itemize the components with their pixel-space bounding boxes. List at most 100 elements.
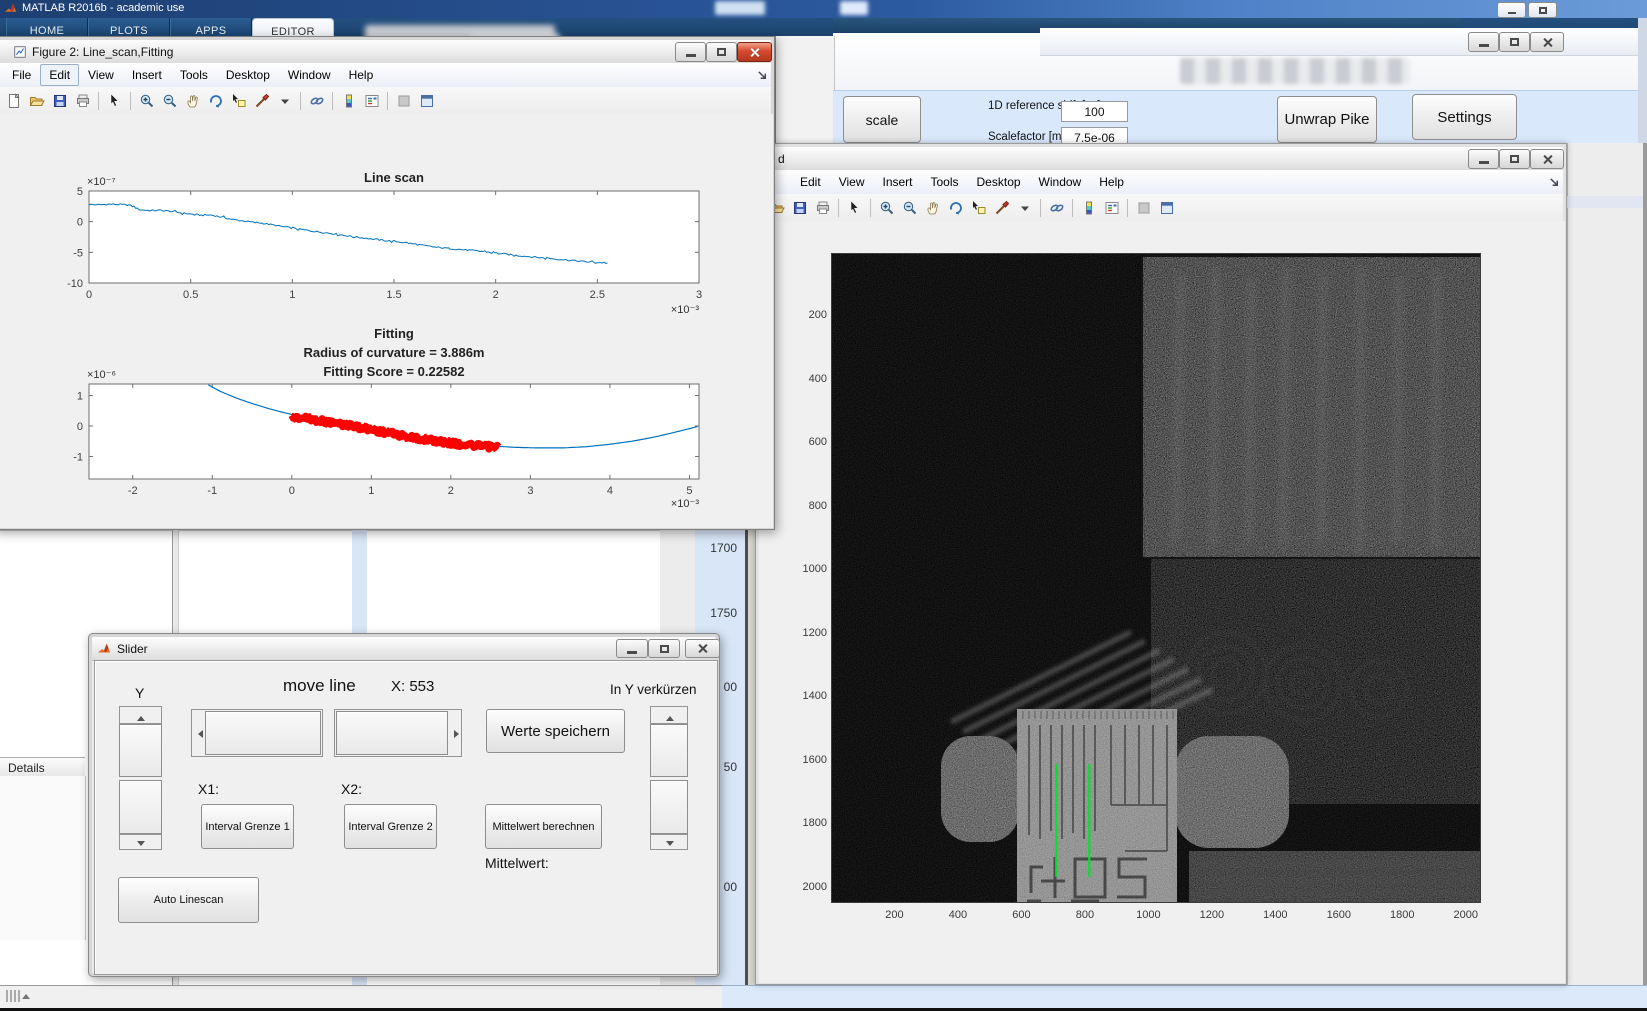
menu-item-insert[interactable]: Insert [873,171,921,193]
statusbar-grip-icon[interactable] [6,990,30,1002]
inactive-square-icon[interactable] [393,90,414,111]
open-folder-icon[interactable] [26,90,47,111]
menu-item-tools[interactable]: Tools [171,64,217,86]
slider-window[interactable]: Slider Y move line X: 553 In Y verkürzen… [88,633,720,977]
image-figure-titlebar[interactable]: d [759,147,1563,171]
main-minimize-button[interactable] [1497,2,1526,18]
print-icon[interactable] [812,197,833,218]
slider-maximize-button[interactable] [648,639,680,658]
figure2-minimize-button[interactable] [675,42,706,62]
zoom-out-icon[interactable] [159,90,180,111]
zoom-in-icon[interactable] [876,197,897,218]
brush-icon[interactable] [991,197,1012,218]
slider-minimize-button[interactable] [616,639,648,658]
menu-item-desktop[interactable]: Desktop [968,171,1030,193]
data-cursor-icon[interactable] [228,90,249,111]
menu-item-view[interactable]: View [830,171,874,193]
matlab-titlebar[interactable]: MATLAB R2016b - academic use [0,0,1647,18]
image-y-tick-label: 1800 [802,817,827,830]
image-figure-minimize-button[interactable] [1468,149,1499,169]
menu-item-file[interactable]: File [3,64,40,86]
rotate-3d-icon[interactable] [205,90,226,111]
image-figure-maximize-button[interactable] [1499,149,1530,169]
move-line-slider-right[interactable] [334,709,462,757]
rotate-3d-icon[interactable] [945,197,966,218]
interval-grenze-1-button[interactable]: Interval Grenze 1 [201,804,294,849]
figure2-close-button[interactable] [737,42,772,62]
svg-text:×10⁻⁷: ×10⁻⁷ [87,176,115,188]
main-restore-button[interactable] [1528,2,1557,18]
arrow-cursor-icon[interactable] [844,197,865,218]
new-document-icon[interactable] [3,90,24,111]
in-y-slider-thumb-bottom[interactable] [650,780,688,834]
dock-arrow-icon[interactable] [757,68,768,86]
gui-close-button[interactable] [1530,32,1564,52]
y-slider-thumb-bottom[interactable] [119,780,162,834]
slider-close-button[interactable] [685,639,720,658]
move-line-slider-right-thumb[interactable] [336,711,448,755]
dropdown-arrow-icon[interactable] [1014,197,1035,218]
ref-shift-input[interactable]: 100 [1061,101,1128,122]
menu-item-help[interactable]: Help [1090,171,1133,193]
scale-button[interactable]: scale [843,96,921,143]
legend-icon[interactable] [361,90,382,111]
auto-linescan-button[interactable]: Auto Linescan [118,877,259,923]
mittelwert-berechnen-button[interactable]: Mittelwert berechnen [485,804,602,849]
specimen-image[interactable] [831,253,1481,903]
werte-speichern-button[interactable]: Werte speichern [486,709,625,753]
arrow-cursor-icon[interactable] [104,90,125,111]
y-slider-thumb-top[interactable] [119,724,162,777]
dock-window-icon[interactable] [1156,197,1177,218]
in-y-slider-thumb-top[interactable] [650,724,688,777]
y-slider-up-button[interactable] [119,706,162,724]
figure2-window[interactable]: Figure 2: Line_scan,Fitting File Edit View… [0,36,775,530]
svg-text:2: 2 [448,485,454,497]
colorbar-icon[interactable] [338,90,359,111]
in-y-slider-up-button[interactable] [650,706,688,724]
image-figure-close-button[interactable] [1530,149,1564,169]
figure2-titlebar[interactable]: Figure 2: Line_scan,Fitting [0,40,771,64]
x2-label: X2: [341,781,363,797]
menu-item-edit[interactable]: Edit [40,64,80,86]
details-pane-header[interactable]: Details [0,757,85,778]
zoom-in-icon[interactable] [136,90,157,111]
menu-item-desktop[interactable]: Desktop [217,64,279,86]
gui-minimize-button[interactable] [1468,32,1499,52]
print-icon[interactable] [72,90,93,111]
pan-hand-icon[interactable] [922,197,943,218]
slider-window-title: Slider [117,641,148,656]
move-line-slider-left-thumb[interactable] [205,711,321,755]
menu-item-view[interactable]: View [79,64,123,86]
gui-maximize-button[interactable] [1499,32,1530,52]
dock-arrow-icon[interactable] [1549,175,1560,193]
interval-grenze-2-button[interactable]: Interval Grenze 2 [344,804,437,849]
save-icon[interactable] [49,90,70,111]
save-icon[interactable] [789,197,810,218]
menu-item-tools[interactable]: Tools [922,171,968,193]
in-y-slider-down-button[interactable] [650,834,688,850]
move-line-slider-left[interactable] [191,709,323,757]
link-plots-icon[interactable] [306,90,327,111]
menu-item-window[interactable]: Window [279,64,340,86]
dropdown-arrow-icon[interactable] [274,90,295,111]
brush-icon[interactable] [251,90,272,111]
svg-text:×10⁻⁶: ×10⁻⁶ [87,369,116,381]
figure2-maximize-button[interactable] [706,42,737,62]
pan-hand-icon[interactable] [182,90,203,111]
svg-text:1: 1 [368,485,374,497]
menu-item-window[interactable]: Window [1030,171,1091,193]
link-plots-icon[interactable] [1046,197,1067,218]
zoom-out-icon[interactable] [899,197,920,218]
image-figure-window[interactable]: d Edit View Insert Tools Desktop Window Help [755,143,1567,985]
dock-window-icon[interactable] [416,90,437,111]
legend-icon[interactable] [1101,197,1122,218]
menu-item-insert[interactable]: Insert [123,64,171,86]
menu-item-edit[interactable]: Edit [791,171,830,193]
settings-button[interactable]: Settings [1412,94,1517,140]
data-cursor-icon[interactable] [968,197,989,218]
menu-item-help[interactable]: Help [340,64,383,86]
unwrap-pike-button[interactable]: Unwrap Pike [1277,96,1377,143]
y-slider-down-button[interactable] [119,834,162,850]
colorbar-icon[interactable] [1078,197,1099,218]
inactive-square-icon[interactable] [1133,197,1154,218]
